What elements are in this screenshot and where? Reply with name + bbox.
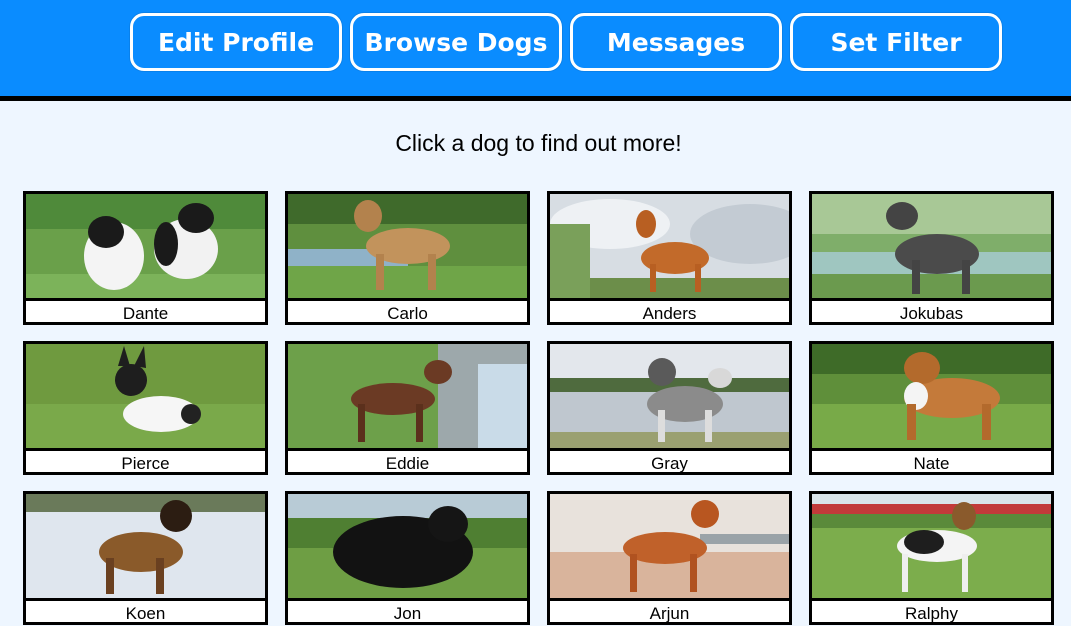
dog-card[interactable]: Dante [23, 191, 268, 325]
dog-photo [288, 194, 527, 298]
dog-name: Pierce [26, 448, 265, 476]
dog-photo [288, 494, 527, 598]
dog-photo [812, 194, 1051, 298]
dog-card[interactable]: Gray [547, 341, 792, 475]
dog-name: Eddie [288, 448, 527, 476]
dog-name: Gray [550, 448, 789, 476]
dog-card[interactable]: Carlo [285, 191, 530, 325]
dog-photo [26, 194, 265, 298]
dog-photo [550, 194, 789, 298]
dog-card[interactable]: Jon [285, 491, 530, 625]
dog-name: Anders [550, 298, 789, 326]
dog-photo [26, 494, 265, 598]
dog-photo [550, 494, 789, 598]
dog-photo [26, 344, 265, 448]
dog-card[interactable]: Jokubas [809, 191, 1054, 325]
dog-card[interactable]: Ralphy [809, 491, 1054, 625]
dog-card[interactable]: Nate [809, 341, 1054, 475]
dog-photo [550, 344, 789, 448]
messages-button[interactable]: Messages [570, 13, 782, 71]
dog-name: Carlo [288, 298, 527, 326]
dog-card[interactable]: Anders [547, 191, 792, 325]
dog-photo [288, 344, 527, 448]
dog-photo [812, 494, 1051, 598]
dog-card[interactable]: Pierce [23, 341, 268, 475]
page-instruction: Click a dog to find out more! [395, 130, 682, 156]
dog-name: Jokubas [812, 298, 1051, 326]
edit-profile-button[interactable]: Edit Profile [130, 13, 342, 71]
dog-card[interactable]: Koen [23, 491, 268, 625]
browse-dogs-button[interactable]: Browse Dogs [350, 13, 562, 71]
set-filter-button[interactable]: Set Filter [790, 13, 1002, 71]
dog-photo [812, 344, 1051, 448]
dog-name: Dante [26, 298, 265, 326]
dog-name: Nate [812, 448, 1051, 476]
dog-card[interactable]: Eddie [285, 341, 530, 475]
dog-card[interactable]: Arjun [547, 491, 792, 625]
header-bar: Edit Profile Browse Dogs Messages Set Fi… [0, 0, 1071, 101]
